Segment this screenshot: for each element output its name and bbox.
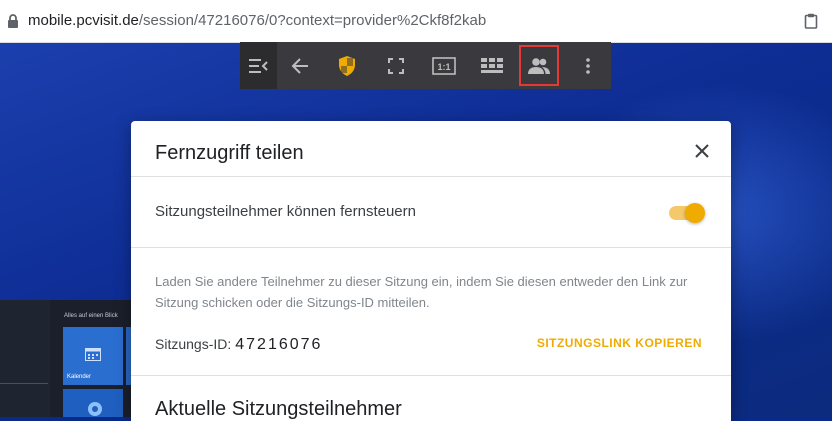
divider xyxy=(131,375,731,376)
invite-description: Laden Sie andere Teilnehmer zu dieser Si… xyxy=(155,274,688,310)
share-access-button[interactable] xyxy=(519,45,559,86)
menu-collapse-button[interactable] xyxy=(240,42,277,89)
close-icon[interactable] xyxy=(695,144,709,163)
participants-title: Aktuelle Sitzungsteilnehmer xyxy=(155,398,402,420)
svg-text:1:1: 1:1 xyxy=(437,62,450,72)
url-text[interactable]: mobile.pcvisit.de/session/47216076/0?con… xyxy=(28,12,486,29)
calendar-tile[interactable]: Kalender xyxy=(63,327,123,385)
browser-icon xyxy=(88,402,102,416)
clipboard-icon[interactable] xyxy=(804,13,818,34)
start-menu-left-column xyxy=(0,300,50,417)
monitors-icon xyxy=(481,57,503,73)
fullscreen-icon xyxy=(388,57,404,74)
url-host: mobile.pcvisit.de xyxy=(28,12,139,29)
share-access-dialog: Fernzugriff teilen Sitzungsteilnehmer kö… xyxy=(131,121,731,421)
shield-icon xyxy=(339,55,355,76)
toggle-knob xyxy=(685,203,705,223)
divider xyxy=(131,247,731,248)
menu-collapse-icon xyxy=(248,58,268,73)
start-menu: Alles auf einen Blick Kalender xyxy=(0,300,140,417)
monitors-button[interactable] xyxy=(472,42,512,89)
divider xyxy=(131,176,731,177)
url-path: /session/47216076/0?context=provider%2Ck… xyxy=(138,12,487,29)
more-button[interactable] xyxy=(568,42,608,89)
people-icon xyxy=(528,57,550,74)
arrow-left-icon xyxy=(291,57,308,74)
tile[interactable] xyxy=(63,389,123,417)
session-id-value: 47216076 xyxy=(235,336,323,353)
copy-session-link-button[interactable]: SITZUNGSLINK KOPIEREN xyxy=(537,336,702,350)
calendar-icon xyxy=(85,347,101,366)
start-menu-divider xyxy=(0,383,48,384)
actual-size-button[interactable]: 1:1 xyxy=(424,42,464,89)
session-toolbar: 1:1 xyxy=(240,42,611,89)
lock-icon xyxy=(7,14,19,33)
address-bar[interactable]: mobile.pcvisit.de/session/47216076/0?con… xyxy=(0,0,832,43)
one-to-one-icon: 1:1 xyxy=(432,56,456,75)
dialog-title: Fernzugriff teilen xyxy=(155,142,304,164)
session-id-row: Sitzungs-ID: 47216076 xyxy=(155,336,322,354)
calendar-tile-label: Kalender xyxy=(67,374,92,380)
start-menu-caption: Alles auf einen Blick xyxy=(64,313,118,319)
session-id-label: Sitzungs-ID: xyxy=(155,336,232,352)
remote-control-toggle-label: Sitzungsteilnehmer können fernsteuern xyxy=(155,203,416,220)
fullscreen-button[interactable] xyxy=(376,42,416,89)
remote-control-toggle[interactable] xyxy=(667,201,707,225)
more-vertical-icon xyxy=(586,57,590,74)
back-button[interactable] xyxy=(280,42,320,89)
security-button[interactable] xyxy=(327,42,367,89)
